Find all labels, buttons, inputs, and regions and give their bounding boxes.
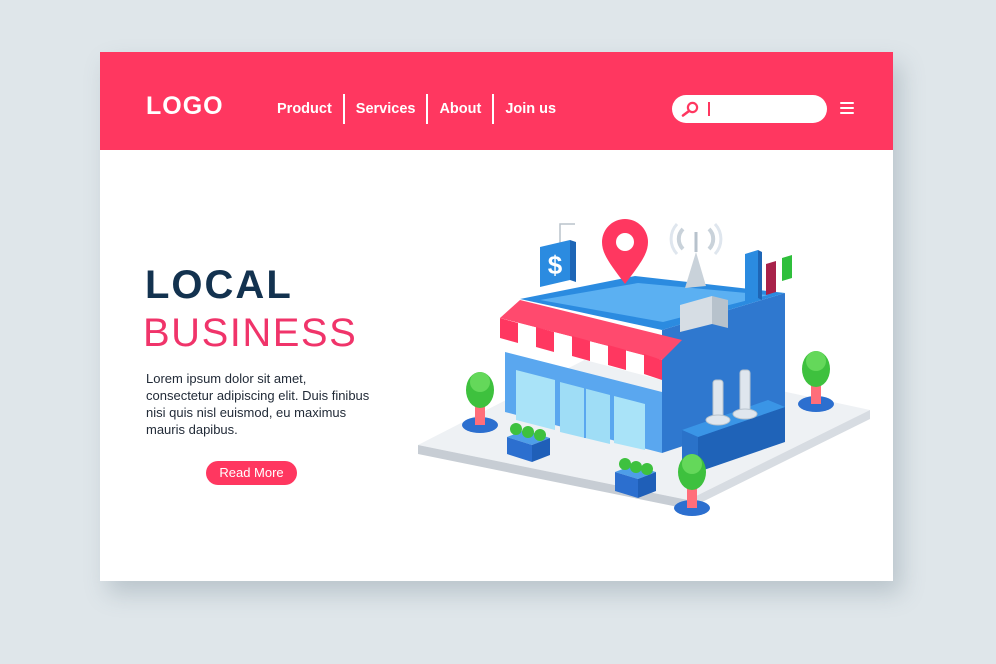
search-input[interactable] <box>672 95 827 123</box>
svg-text:$: $ <box>548 250 563 280</box>
search-icon[interactable] <box>681 101 699 117</box>
hamburger-menu-icon[interactable] <box>840 102 854 114</box>
nav-item-join-us[interactable]: Join us <box>494 100 567 118</box>
planter-box <box>615 458 656 498</box>
nav-item-about[interactable]: About <box>428 100 492 118</box>
read-more-button[interactable]: Read More <box>206 461 297 485</box>
hero-subtitle: BUSINESS <box>143 311 358 355</box>
hero-description: Lorem ipsum dolor sit amet, consectetur … <box>146 371 370 437</box>
text-cursor <box>708 102 710 116</box>
tree-icon <box>798 351 834 412</box>
landing-page-card: LOGO Product Services About Join us LOCA… <box>100 52 893 581</box>
main-nav: Product Services About Join us <box>266 94 567 124</box>
nav-item-services[interactable]: Services <box>345 100 427 118</box>
logo[interactable]: LOGO <box>146 92 224 120</box>
tree-icon <box>462 372 498 433</box>
location-pin-icon <box>602 219 648 284</box>
dollar-icon: $ <box>540 240 576 287</box>
header-bar: LOGO Product Services About Join us <box>100 52 893 150</box>
store-illustration: $ <box>418 219 870 516</box>
nav-item-product[interactable]: Product <box>266 100 343 118</box>
hero-title: LOCAL <box>145 263 293 307</box>
